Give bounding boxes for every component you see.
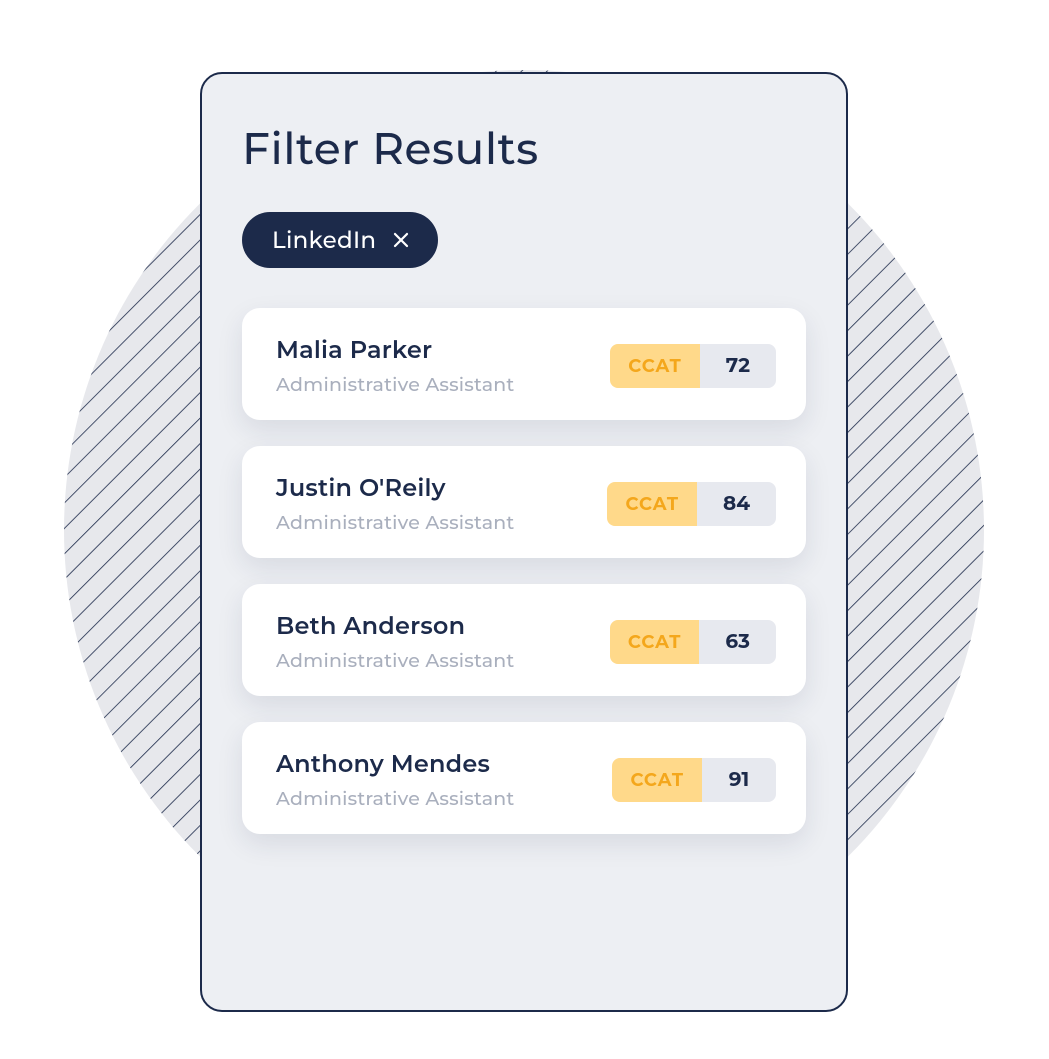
person-name: Beth Anderson xyxy=(276,612,514,641)
person-info: Anthony Mendes Administrative Assistant xyxy=(276,750,514,810)
score-value: 91 xyxy=(702,758,776,802)
score-badge: CCAT 63 xyxy=(610,620,776,664)
filter-results-panel: Filter Results LinkedIn Malia Parker Adm… xyxy=(200,72,848,1012)
filter-chip-label: LinkedIn xyxy=(272,226,376,254)
score-label: CCAT xyxy=(610,344,700,388)
result-row[interactable]: Beth Anderson Administrative Assistant C… xyxy=(242,584,806,696)
person-info: Beth Anderson Administrative Assistant xyxy=(276,612,514,672)
score-label: CCAT xyxy=(610,620,700,664)
results-list: Malia Parker Administrative Assistant CC… xyxy=(242,308,806,834)
person-role: Administrative Assistant xyxy=(276,511,514,534)
score-value: 63 xyxy=(699,620,776,664)
person-name: Anthony Mendes xyxy=(276,750,514,779)
score-badge: CCAT 84 xyxy=(607,482,776,526)
person-role: Administrative Assistant xyxy=(276,787,514,810)
result-row[interactable]: Anthony Mendes Administrative Assistant … xyxy=(242,722,806,834)
person-info: Justin O'Reily Administrative Assistant xyxy=(276,474,514,534)
person-role: Administrative Assistant xyxy=(276,649,514,672)
result-row[interactable]: Justin O'Reily Administrative Assistant … xyxy=(242,446,806,558)
page-title: Filter Results xyxy=(242,122,806,176)
close-icon[interactable] xyxy=(392,231,410,249)
score-value: 72 xyxy=(700,344,776,388)
person-role: Administrative Assistant xyxy=(276,373,514,396)
person-name: Malia Parker xyxy=(276,336,514,365)
person-info: Malia Parker Administrative Assistant xyxy=(276,336,514,396)
filter-chip-linkedin[interactable]: LinkedIn xyxy=(242,212,438,268)
score-value: 84 xyxy=(697,482,776,526)
score-badge: CCAT 72 xyxy=(610,344,776,388)
person-name: Justin O'Reily xyxy=(276,474,514,503)
score-label: CCAT xyxy=(607,482,697,526)
result-row[interactable]: Malia Parker Administrative Assistant CC… xyxy=(242,308,806,420)
score-badge: CCAT 91 xyxy=(612,758,776,802)
score-label: CCAT xyxy=(612,758,702,802)
